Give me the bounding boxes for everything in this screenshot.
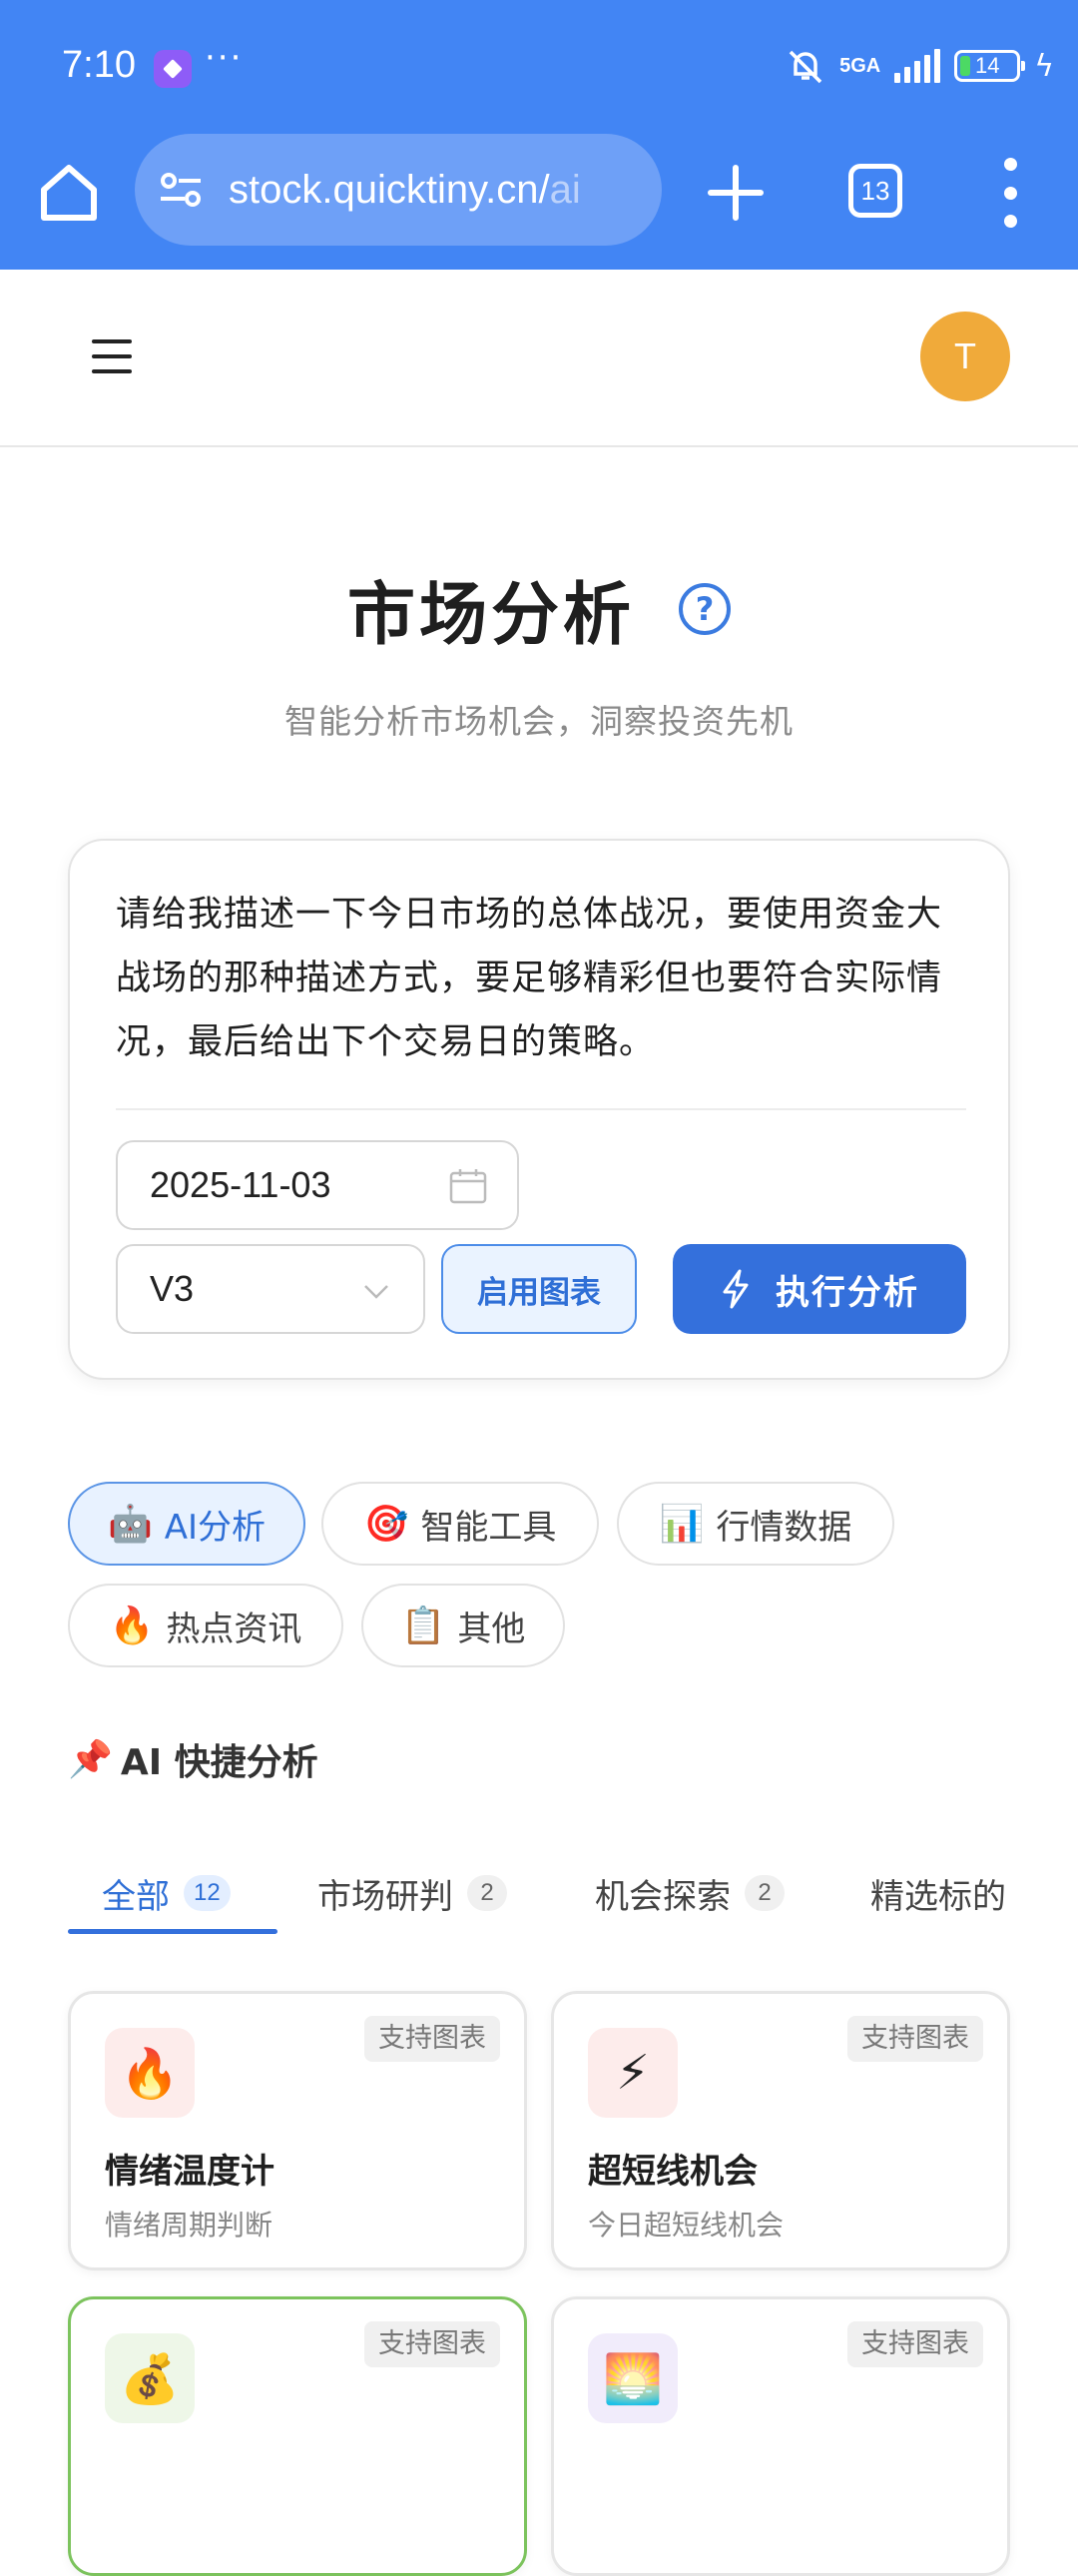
avatar[interactable]: T: [920, 312, 1010, 401]
sunrise-icon: 🌅: [588, 2333, 678, 2423]
tab-opportunity-explore[interactable]: 机会探索 2: [595, 1855, 785, 1931]
robot-icon: 🤖: [107, 1504, 153, 1545]
chip-smart-tools[interactable]: 🎯 智能工具: [321, 1482, 599, 1566]
chip-label: AI分析: [164, 1507, 267, 1548]
divider: [116, 1108, 966, 1110]
browser-menu-icon[interactable]: [998, 158, 1022, 228]
network-type: 5GA: [839, 55, 881, 77]
home-icon[interactable]: [34, 158, 104, 228]
status-indicators: 5GA 14 ϟ: [786, 46, 1054, 86]
tab-market-judgement[interactable]: 市场研判 2: [317, 1855, 507, 1931]
battery-level: 14: [974, 53, 1000, 78]
tab-switcher-button[interactable]: 13: [848, 164, 902, 218]
status-bar: 7:10 ··· 5GA 14 ϟ: [0, 0, 1078, 120]
tab-selected-targets[interactable]: 精选标的: [870, 1855, 1006, 1931]
quick-analysis-heading: 📌 AI 快捷分析: [68, 1733, 318, 1785]
money-bag-icon: 💰: [105, 2333, 195, 2423]
chip-ai-analysis[interactable]: 🤖 AI分析: [68, 1482, 305, 1566]
chart-support-badge: 支持图表: [847, 2321, 983, 2367]
chip-hot-news[interactable]: 🔥 热点资讯: [68, 1584, 343, 1667]
tab-all[interactable]: 全部 12: [102, 1855, 231, 1931]
chip-label: 智能工具: [420, 1507, 557, 1548]
card-title: 超短线机会: [588, 2152, 758, 2192]
pin-icon: 📌: [68, 1739, 113, 1780]
chip-label: 热点资讯: [166, 1609, 302, 1649]
browser-toolbar: stock.quicktiny.cn/ai 13: [0, 120, 1078, 270]
new-tab-icon[interactable]: [705, 162, 767, 224]
model-value: V3: [150, 1268, 195, 1309]
url-host: stock.quicktiny.cn/: [229, 167, 550, 212]
chart-support-badge: 支持图表: [364, 2016, 500, 2062]
target-icon: 🎯: [363, 1504, 409, 1545]
charging-icon: ϟ: [1034, 48, 1054, 84]
enable-chart-toggle[interactable]: 启用图表: [441, 1244, 637, 1334]
active-tab-indicator: [68, 1929, 277, 1934]
chart-support-badge: 支持图表: [847, 2016, 983, 2062]
tab-label: 机会探索: [595, 1876, 731, 1917]
chip-label: 其他: [457, 1609, 526, 1649]
battery-icon: 14: [954, 50, 1026, 82]
analysis-form-card: 请给我描述一下今日市场的总体战况，要使用资金大战场的那种描述方式，要足够精彩但也…: [68, 839, 1010, 1380]
tab-label: 精选标的: [870, 1876, 1006, 1917]
tab-count: 2: [467, 1875, 507, 1911]
app-notification-icon: [154, 50, 192, 88]
card-title: 情绪温度计: [105, 2152, 274, 2192]
bar-chart-icon: 📊: [659, 1504, 705, 1545]
menu-icon[interactable]: [92, 339, 132, 373]
help-icon[interactable]: ?: [679, 582, 731, 635]
quick-analysis-tabs: 全部 12 市场研判 2 机会探索 2 精选标的: [68, 1855, 1078, 1935]
run-analysis-button[interactable]: 执行分析: [673, 1244, 966, 1334]
date-value: 2025-11-03: [150, 1164, 331, 1205]
chart-support-badge: 支持图表: [364, 2321, 500, 2367]
quick-card-short-term-opportunity[interactable]: ⚡ 支持图表 超短线机会 今日超短线机会: [551, 1991, 1010, 2270]
tab-count: 12: [184, 1875, 231, 1911]
quick-card-sunrise[interactable]: 🌅 支持图表: [551, 2296, 1010, 2576]
card-description: 今日超短线机会: [588, 2209, 785, 2242]
clipboard-icon: 📋: [400, 1606, 446, 1646]
bell-muted-icon: [789, 50, 822, 84]
more-notifications-icon: ···: [205, 38, 244, 78]
site-header: T: [0, 270, 1078, 447]
card-description: 情绪周期判断: [105, 2209, 273, 2242]
status-time: 7:10: [62, 44, 136, 86]
fire-icon: 🔥: [105, 2028, 195, 2118]
lightning-icon: [723, 1269, 749, 1309]
lightning-icon: ⚡: [588, 2028, 678, 2118]
model-select[interactable]: V3: [116, 1244, 425, 1334]
url-path: ai: [549, 167, 581, 212]
run-analysis-label: 执行分析: [776, 1272, 919, 1313]
fire-icon: 🔥: [109, 1606, 155, 1646]
chip-other[interactable]: 📋 其他: [361, 1584, 565, 1667]
quick-card-sentiment-thermometer[interactable]: 🔥 支持图表 情绪温度计 情绪周期判断: [68, 1991, 527, 2270]
page-subtitle: 智能分析市场机会，洞察投资先机: [284, 702, 794, 741]
prompt-textarea[interactable]: 请给我描述一下今日市场的总体战况，要使用资金大战场的那种描述方式，要足够精彩但也…: [116, 883, 964, 1074]
page-title: 市场分析: [346, 576, 635, 655]
chip-label: 行情数据: [716, 1507, 852, 1548]
signal-icon: [894, 49, 941, 83]
date-picker[interactable]: 2025-11-03: [116, 1140, 519, 1230]
quick-card-money[interactable]: 💰 支持图表: [68, 2296, 527, 2576]
tab-label: 市场研判: [317, 1876, 453, 1917]
quick-analysis-title: AI 快捷分析: [120, 1742, 318, 1783]
page-title-row: 市场分析?: [0, 559, 1078, 658]
site-settings-icon[interactable]: [157, 165, 207, 215]
tab-label: 全部: [102, 1876, 170, 1917]
chevron-down-icon: [364, 1285, 388, 1299]
chip-market-data[interactable]: 📊 行情数据: [617, 1482, 894, 1566]
address-bar[interactable]: stock.quicktiny.cn/ai: [135, 134, 662, 246]
calendar-icon: [449, 1169, 487, 1204]
tab-count: 2: [745, 1875, 785, 1911]
